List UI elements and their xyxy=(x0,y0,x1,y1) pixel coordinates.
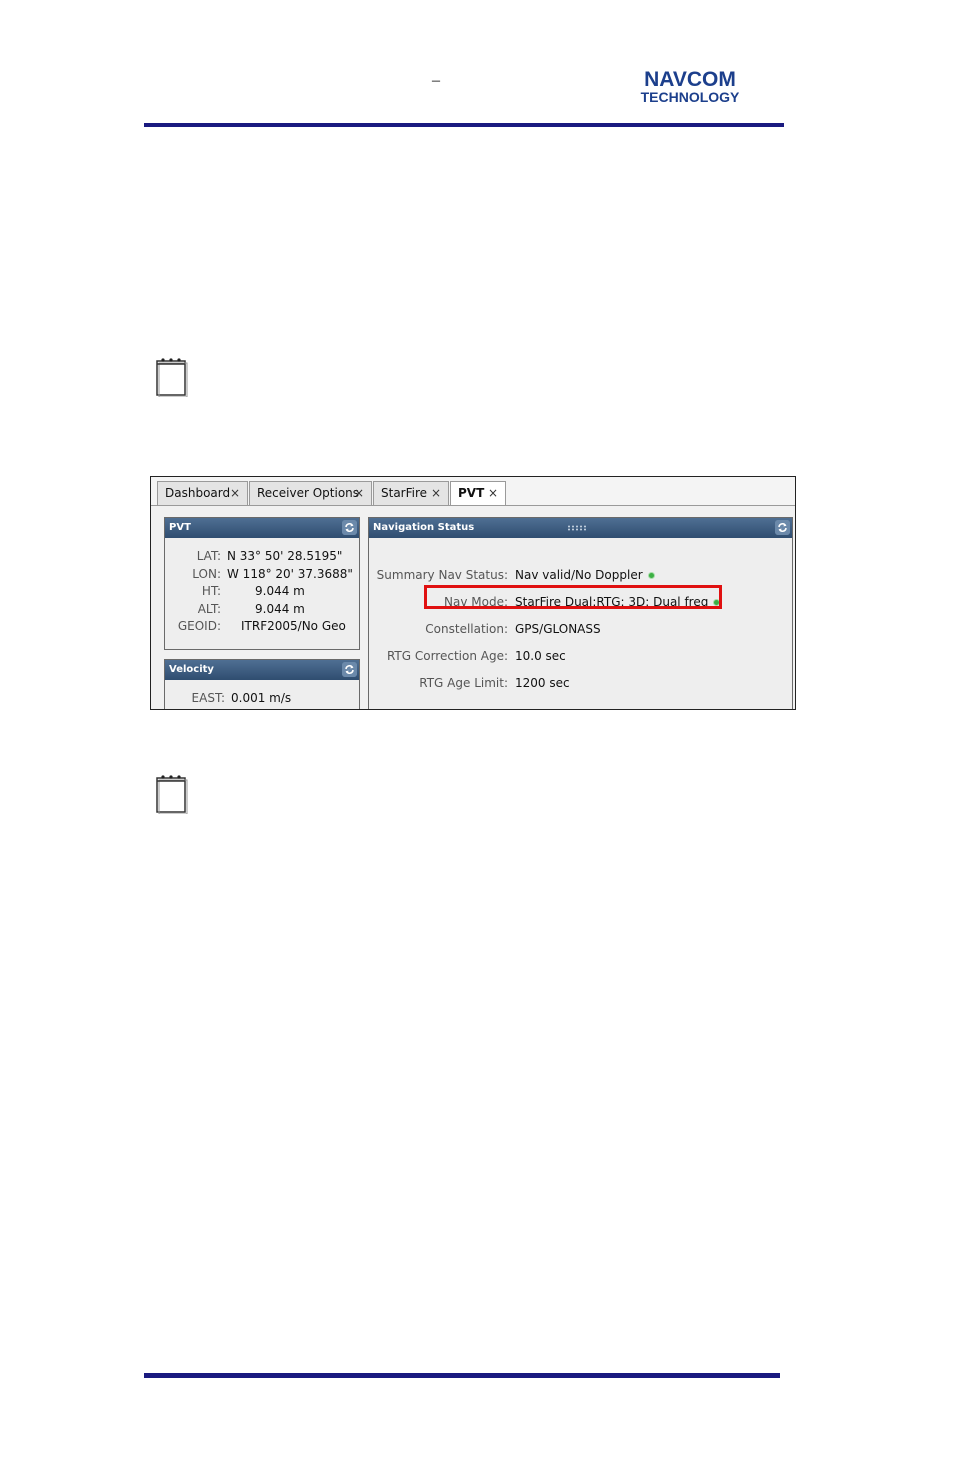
panel-title: PVT xyxy=(169,522,191,533)
refresh-icon[interactable] xyxy=(342,520,357,535)
tab-label: Receiver Options xyxy=(257,486,360,500)
field-value: 10.0 sec xyxy=(515,649,566,663)
tab-dashboard[interactable]: Dashboard × xyxy=(157,481,248,505)
tab-label: Dashboard xyxy=(165,486,231,500)
field-label: RTG Age Limit: xyxy=(419,676,508,690)
refresh-icon[interactable] xyxy=(342,662,357,677)
header-rule xyxy=(144,123,784,127)
field-value: N 33° 50' 28.5195" xyxy=(227,549,343,563)
tab-bar: Dashboard × Receiver Options × StarFire … xyxy=(151,477,795,506)
field-value: 0.001 m/s xyxy=(231,691,292,705)
svg-text:TECHNOLOGY: TECHNOLOGY xyxy=(641,89,740,104)
tab-bar-divider xyxy=(151,505,795,506)
tab-starfire[interactable]: StarFire × xyxy=(373,481,449,505)
field-label: LON: xyxy=(192,567,221,581)
field-value: 1200 sec xyxy=(515,676,570,690)
field-label: Constellation: xyxy=(425,622,508,636)
navigation-status-panel: Navigation Status Summary Nav Status: Na… xyxy=(368,517,793,709)
field-label: EAST: xyxy=(191,691,225,705)
navcom-logo: NAVCOM TECHNOLOGY xyxy=(641,68,740,104)
refresh-icon[interactable] xyxy=(775,520,790,535)
tab-pvt[interactable]: PVT × xyxy=(450,481,506,506)
field-value: GPS/GLONASS xyxy=(515,622,601,636)
field-value: W 118° 20' 37.3688" xyxy=(227,567,353,581)
field-label: ALT: xyxy=(197,602,221,616)
panel-title: Velocity xyxy=(169,664,214,675)
navigation-status-header: Navigation Status xyxy=(369,518,792,538)
pvt-panel: PVT LAT: N 33° 50' 28.5195" LON: W 118° … xyxy=(164,517,360,650)
pvt-panel-header: PVT xyxy=(165,518,359,538)
close-icon[interactable]: × xyxy=(230,482,240,504)
field-value: 9.044 m xyxy=(255,584,305,598)
panel-title: Navigation Status xyxy=(373,522,475,533)
velocity-panel-header: Velocity xyxy=(165,660,359,680)
field-label: RTG Correction Age: xyxy=(386,649,508,663)
header-dash: – xyxy=(432,72,440,89)
field-value: Nav valid/No Doppler xyxy=(515,568,643,582)
field-value: ITRF2005/No Geo xyxy=(241,619,346,633)
tab-receiver-options[interactable]: Receiver Options × xyxy=(249,481,372,505)
svg-text:NAVCOM: NAVCOM xyxy=(644,68,736,91)
notepad-icon xyxy=(156,358,188,397)
field-label: HT: xyxy=(201,584,221,598)
velocity-panel: Velocity EAST: 0.001 m/s xyxy=(164,659,360,709)
close-icon[interactable]: × xyxy=(488,482,498,504)
field-label: GEOID: xyxy=(177,619,221,633)
field-label: LAT: xyxy=(196,549,221,563)
close-icon[interactable]: × xyxy=(431,482,441,504)
tab-label: PVT xyxy=(458,486,485,500)
close-icon[interactable]: × xyxy=(354,482,364,504)
nav-mode-highlight xyxy=(424,585,722,609)
field-value: 9.044 m xyxy=(255,602,305,616)
status-indicator xyxy=(648,573,654,578)
field-label: Summary Nav Status: xyxy=(376,568,508,582)
grip-icon[interactable] xyxy=(567,525,589,531)
tab-label: StarFire xyxy=(381,486,428,500)
footer-rule xyxy=(144,1373,780,1378)
pvt-screenshot: Dashboard × Receiver Options × StarFire … xyxy=(150,476,796,710)
notepad-icon xyxy=(156,775,188,814)
